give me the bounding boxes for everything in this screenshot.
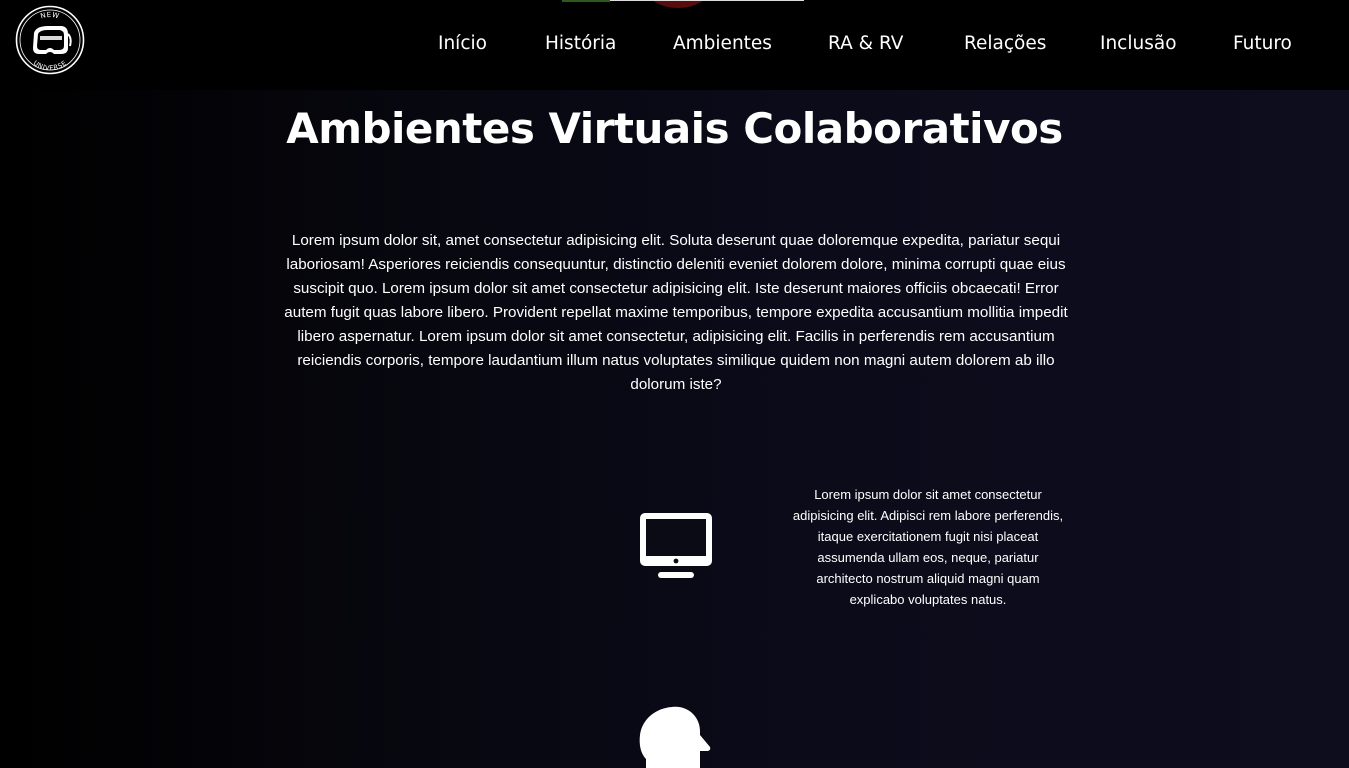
nav-item-inclusao[interactable]: Inclusão	[1100, 33, 1177, 54]
banner-green-line	[562, 0, 610, 2]
main-nav: Início História Ambientes RA & RV Relaçõ…	[0, 33, 1349, 61]
banner-white-line	[610, 0, 804, 1]
top-banner-fragment	[562, 0, 804, 10]
desktop-monitor-icon	[639, 512, 713, 580]
nav-item-ra-rv[interactable]: RA & RV	[828, 33, 903, 54]
nav-item-inicio[interactable]: Início	[438, 33, 487, 54]
page-title: Ambientes Virtuais Colaborativos	[286, 104, 1063, 153]
head-profile-icon	[638, 705, 714, 768]
nav-item-ambientes[interactable]: Ambientes	[673, 33, 772, 54]
site-header: NEW UNIVERSE Início História Ambientes R…	[0, 0, 1349, 90]
banner-red-shape	[646, 0, 710, 8]
feature-description: Lorem ipsum dolor sit amet consectetur a…	[792, 487, 1064, 607]
intro-paragraph: Lorem ipsum dolor sit, amet consectetur …	[284, 232, 1068, 393]
nav-item-relacoes[interactable]: Relações	[964, 33, 1046, 54]
nav-item-historia[interactable]: História	[545, 33, 616, 54]
page: NEW UNIVERSE Início História Ambientes R…	[0, 0, 1349, 768]
nav-item-futuro[interactable]: Futuro	[1233, 33, 1292, 54]
